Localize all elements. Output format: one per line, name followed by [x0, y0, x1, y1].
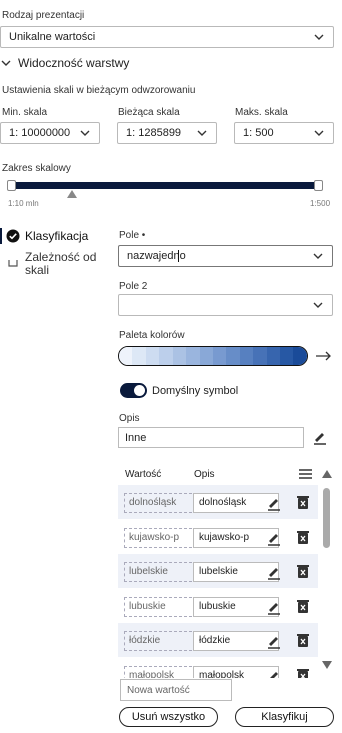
chevron-down-icon: [313, 302, 323, 308]
current-scale-select[interactable]: 1: 1285899: [117, 122, 217, 144]
palette-swatch: [186, 347, 200, 365]
palette-swatch: [159, 347, 173, 365]
current-scale-marker-icon: [67, 190, 77, 198]
nav-item-scale-dependency[interactable]: Zależność od skali: [6, 251, 103, 277]
palette-swatch: [266, 347, 281, 365]
col-opis-header: Opis: [194, 469, 215, 480]
field-value: nazwajedno: [127, 250, 186, 262]
default-symbol-toggle[interactable]: [120, 383, 147, 398]
field2-select[interactable]: [118, 294, 333, 316]
palette-swatch: [239, 347, 254, 365]
new-value-input[interactable]: Nowa wartość: [120, 679, 232, 701]
range-label: Zakres skalowy: [2, 163, 71, 174]
edit-icon[interactable]: [266, 495, 282, 511]
edit-icon[interactable]: [266, 530, 282, 546]
edit-icon[interactable]: [266, 668, 282, 679]
palette-swatch: [253, 347, 267, 365]
range-min-text: 1:10 mln: [8, 199, 39, 208]
table-row: łódzkie łódzkie: [118, 623, 318, 657]
edit-icon[interactable]: [266, 564, 282, 580]
delete-icon[interactable]: [296, 633, 310, 647]
max-scale-value: 1: 500: [243, 127, 274, 139]
table-row: kujawsko-p kujawsko-p: [118, 520, 318, 554]
row-value-field[interactable]: małopolsk: [124, 665, 202, 678]
row-value-field[interactable]: kujawsko-p: [124, 527, 202, 548]
visibility-subtitle: Ustawienia skali w bieżącym odwzorowaniu: [2, 85, 196, 96]
palette-swatch: [226, 347, 240, 365]
menu-icon[interactable]: [299, 469, 312, 479]
unchecked-box-icon: [8, 260, 18, 267]
min-scale-select[interactable]: 1: 10000000: [0, 122, 100, 144]
palette-swatch: [172, 347, 187, 365]
chevron-down-icon: [80, 130, 90, 136]
min-scale-label: Min. skala: [2, 107, 48, 118]
new-value-placeholder: Nowa wartość: [127, 685, 190, 696]
palette-swatch: [293, 347, 307, 365]
presentation-select[interactable]: Unikalne wartości: [0, 26, 334, 48]
chevron-down-icon: [314, 130, 324, 136]
delete-icon[interactable]: [296, 599, 310, 613]
color-palette-picker[interactable]: [118, 346, 308, 366]
min-scale-value: 1: 10000000: [9, 127, 71, 139]
palette-swatch: [199, 347, 213, 365]
table-row: lubelskie lubelskie: [118, 554, 318, 588]
opis-input[interactable]: Inne: [118, 427, 304, 448]
palette-swatch: [145, 347, 160, 365]
chevron-down-icon: [1, 60, 11, 66]
delete-icon[interactable]: [296, 668, 310, 679]
nav-active-indicator: [0, 228, 2, 244]
visibility-title: Widoczność warstwy: [18, 56, 130, 70]
field-label: Pole •: [119, 230, 146, 241]
chevron-down-icon: [314, 34, 324, 40]
palette-swatch: [132, 347, 146, 365]
row-value-field[interactable]: dolnośląsk: [124, 493, 202, 513]
range-max-handle[interactable]: [314, 180, 323, 191]
delete-icon[interactable]: [296, 495, 310, 509]
range-min-handle[interactable]: [7, 180, 16, 191]
palette-swatch: [280, 347, 294, 365]
table-row: dolnośląsk dolnośląsk: [118, 485, 318, 519]
presentation-label: Rodzaj prezentacji: [2, 10, 85, 21]
edit-symbol-icon[interactable]: [312, 429, 328, 445]
chevron-down-icon: [197, 130, 207, 136]
text-caret: [178, 250, 179, 262]
field-select[interactable]: nazwajedno: [118, 245, 333, 267]
palette-swatch: [212, 347, 227, 365]
classify-button[interactable]: Klasyfikuj: [235, 707, 334, 727]
field2-label: Pole 2: [119, 281, 148, 292]
nav-scale-dependency-label: Zależność od skali: [25, 250, 97, 277]
range-max-text: 1:500: [310, 199, 331, 208]
row-value-field[interactable]: lubelskie: [124, 562, 202, 582]
edit-icon[interactable]: [266, 599, 282, 615]
delete-icon[interactable]: [296, 564, 310, 578]
palette-label: Paleta kolorów: [119, 330, 185, 341]
max-scale-select[interactable]: 1: 500: [234, 122, 334, 144]
scroll-down-icon[interactable]: [322, 661, 332, 669]
presentation-value: Unikalne wartości: [9, 31, 96, 43]
nav-classification-label: Klasyfikacja: [25, 229, 89, 243]
delete-icon[interactable]: [296, 530, 310, 544]
palette-swatch: [119, 347, 133, 365]
max-scale-label: Maks. skala: [235, 107, 288, 118]
chevron-down-icon: [313, 253, 323, 259]
row-value-field[interactable]: lubuskie: [124, 596, 202, 617]
col-value-header: Wartość: [125, 469, 162, 480]
check-circle-icon: [6, 229, 20, 243]
table-header: Wartość Opis: [118, 462, 318, 484]
remove-all-button[interactable]: Usuń wszystko: [119, 707, 218, 727]
scroll-up-icon[interactable]: [322, 470, 332, 478]
opis-label: Opis: [119, 413, 140, 424]
reverse-palette-icon[interactable]: [314, 348, 332, 364]
scrollbar-thumb[interactable]: [323, 488, 330, 548]
edit-icon[interactable]: [266, 633, 282, 649]
current-scale-label: Bieżąca skala: [118, 107, 180, 118]
default-symbol-label: Domyślny symbol: [152, 385, 239, 397]
nav-item-classification[interactable]: Klasyfikacja: [6, 229, 88, 243]
scale-range-track[interactable]: [10, 182, 320, 189]
visibility-section-toggle[interactable]: Widoczność warstwy: [0, 56, 129, 70]
table-row: małopolsk małopolsk: [118, 658, 318, 679]
table-row: lubuskie lubuskie: [118, 589, 318, 623]
row-value-field[interactable]: łódzkie: [124, 631, 202, 651]
current-scale-value: 1: 1285899: [126, 127, 182, 139]
